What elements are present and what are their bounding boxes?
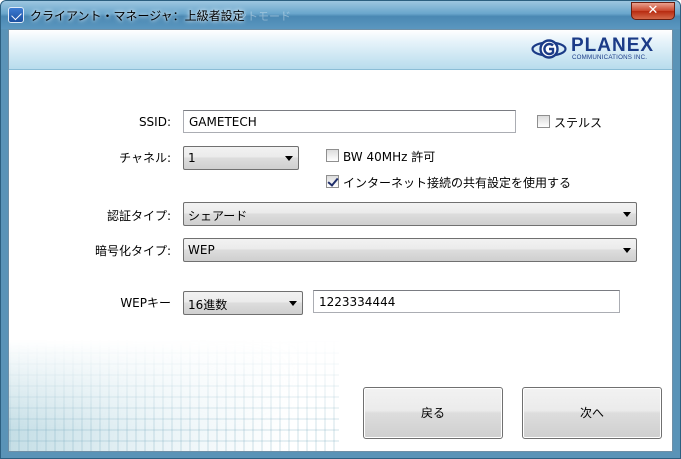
wep-key-input[interactable]: 1223334444 <box>313 290 620 313</box>
channel-label: チャネル: <box>119 151 171 165</box>
encryption-type-label: 暗号化タイプ: <box>94 244 171 258</box>
wep-key-format-select[interactable]: 16進数 <box>183 291 303 315</box>
chevron-down-icon <box>289 301 297 306</box>
bw40-checkbox[interactable]: BW 40MHz 許可 <box>326 148 466 164</box>
bw40-checkbox-box[interactable] <box>326 149 339 162</box>
close-button[interactable]: ✕ <box>631 2 675 20</box>
chevron-down-icon <box>285 156 293 161</box>
encryption-type-value: WEP <box>188 243 215 257</box>
bw40-label: BW 40MHz 許可 <box>343 150 436 164</box>
close-icon: ✕ <box>647 3 659 18</box>
chevron-down-icon <box>623 212 631 217</box>
stealth-checkbox[interactable]: ステルス <box>537 114 617 130</box>
channel-select[interactable]: 1 <box>183 146 299 170</box>
title-bar[interactable]: クライアント・マネージャ：上級者設定 ントモード ✕ <box>1 1 680 29</box>
wep-key-label: WEPキー <box>120 296 171 310</box>
window-title-ghost: ントモード <box>236 10 291 23</box>
auth-type-label: 認証タイプ: <box>106 209 171 223</box>
auth-type-value: シェアード <box>188 209 248 223</box>
ics-checkbox[interactable]: インターネット接続の共有設定を使用する <box>326 174 586 190</box>
window-title: クライアント・マネージャ：上級者設定 <box>30 9 245 23</box>
ssid-label: SSID: <box>138 115 171 129</box>
planex-logo: PLANEX COMMUNICATIONS INC. <box>531 35 666 64</box>
channel-value: 1 <box>188 151 196 165</box>
header-banner: PLANEX COMMUNICATIONS INC. <box>9 30 672 70</box>
app-icon <box>8 7 24 23</box>
planex-logo-icon <box>531 39 567 59</box>
chevron-down-icon <box>623 248 631 253</box>
auth-type-select[interactable]: シェアード <box>183 202 637 226</box>
next-button[interactable]: 次へ <box>522 387 662 439</box>
window: クライアント・マネージャ：上級者設定 ントモード ✕ PLANEX COMMUN… <box>0 0 681 459</box>
back-button[interactable]: 戻る <box>363 387 503 439</box>
dialog-content: PLANEX COMMUNICATIONS INC. SSID: GAMETEC… <box>8 29 673 452</box>
brand-subtitle: COMMUNICATIONS INC. <box>572 54 648 61</box>
wep-key-format-value: 16進数 <box>188 298 228 312</box>
stealth-label: ステルス <box>554 116 603 130</box>
background-decoration <box>9 340 339 451</box>
ics-label: インターネット接続の共有設定を使用する <box>343 176 572 190</box>
ssid-input[interactable]: GAMETECH <box>183 110 516 133</box>
stealth-checkbox-box[interactable] <box>537 115 550 128</box>
ics-checkbox-box[interactable] <box>326 175 339 188</box>
encryption-type-select[interactable]: WEP <box>183 238 637 262</box>
